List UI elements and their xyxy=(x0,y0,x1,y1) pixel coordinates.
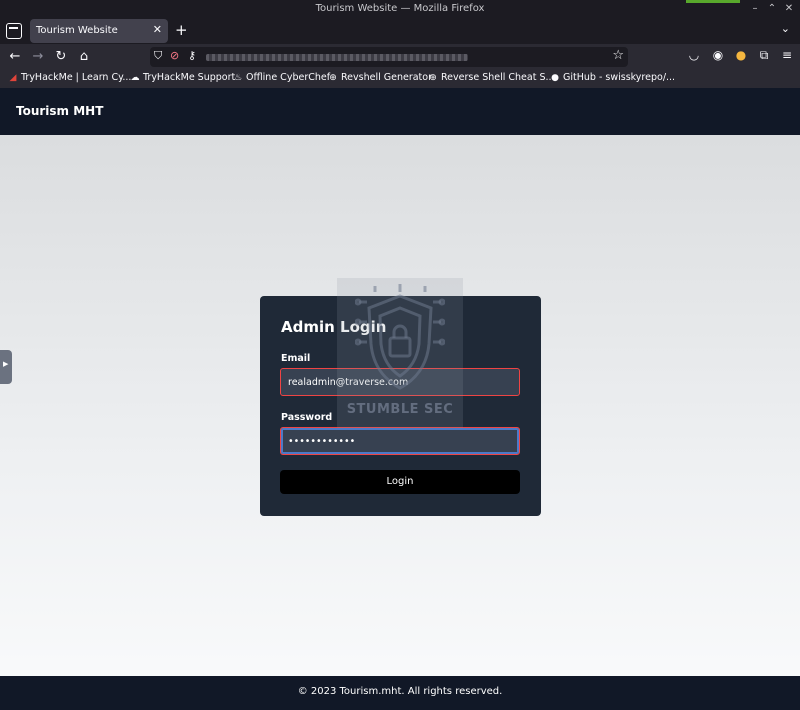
cloud-icon: ☁ xyxy=(130,73,140,83)
password-label: Password xyxy=(281,412,333,423)
bookmark-star-icon[interactable]: ☆ xyxy=(612,48,624,63)
home-icon[interactable]: ⌂ xyxy=(75,48,93,66)
bookmarks-toolbar: ◢ TryHackMe | Learn Cy... ☁ TryHackMe Supp… xyxy=(0,70,800,88)
tab-list-icon[interactable] xyxy=(6,23,22,39)
site-footer: © 2023 Tourism.mht. All rights reserved. xyxy=(0,676,800,710)
tab-strip: Tourism Website ✕ + ⌄ xyxy=(0,18,800,44)
password-field[interactable] xyxy=(280,427,520,455)
chevron-down-icon[interactable]: ⌄ xyxy=(781,22,790,35)
key-icon[interactable]: ⚷ xyxy=(188,49,196,62)
tab-title: Tourism Website xyxy=(36,25,118,36)
tab-close-icon[interactable]: ✕ xyxy=(153,23,162,36)
bookmark-item[interactable]: ♨ Offline CyberChef xyxy=(233,72,330,83)
bookmark-item[interactable]: ⊕ Revshell Generator xyxy=(328,72,432,83)
extensions-icon[interactable]: ⧉ xyxy=(756,48,772,63)
thm-icon: ◢ xyxy=(9,73,17,83)
tab-tourism[interactable]: Tourism Website ✕ xyxy=(30,19,168,43)
shield-icon[interactable]: ⛉ xyxy=(154,49,162,63)
navigation-toolbar: ← → ↻ ⌂ ⛉ ⊘ ⚷ ☆ ◡ ◉ ● ⧉ ≡ xyxy=(0,44,800,70)
pocket-icon[interactable]: ◡ xyxy=(686,48,702,62)
bookmark-item[interactable]: ● GitHub - swisskyrepo/... xyxy=(550,72,675,83)
close-window-icon[interactable]: ✕ xyxy=(782,2,796,16)
login-button[interactable]: Login xyxy=(280,470,520,494)
minimize-icon[interactable]: – xyxy=(748,2,762,16)
url-bar[interactable]: ⛉ ⊘ ⚷ ☆ xyxy=(150,47,628,67)
maximize-icon[interactable]: ⌃ xyxy=(765,2,779,16)
window-title: Tourism Website — Mozilla Firefox xyxy=(315,3,485,14)
lock-warning-icon[interactable]: ⊘ xyxy=(170,49,179,62)
bookmark-item[interactable]: ☁ TryHackMe Support xyxy=(130,72,236,83)
menu-icon[interactable]: ≡ xyxy=(779,48,795,62)
bookmark-item[interactable]: ⊕ Reverse Shell Cheat S... xyxy=(428,72,554,83)
login-title: Admin Login xyxy=(281,318,387,336)
site-header: Tourism MHT xyxy=(0,88,800,135)
new-tab-icon[interactable]: + xyxy=(175,21,188,39)
email-field[interactable] xyxy=(280,368,520,396)
url-text-redacted xyxy=(206,54,468,61)
email-label: Email xyxy=(281,353,311,364)
reload-icon[interactable]: ↻ xyxy=(52,48,70,66)
bookmark-item[interactable]: ◢ TryHackMe | Learn Cy... xyxy=(8,72,132,83)
window-titlebar: Tourism Website — Mozilla Firefox – ⌃ ✕ xyxy=(0,0,800,18)
login-card: Admin Login Email Password Login xyxy=(260,296,541,516)
site-brand[interactable]: Tourism MHT xyxy=(16,104,103,118)
footer-copyright: © 2023 Tourism.mht. All rights reserved. xyxy=(297,686,503,697)
back-icon[interactable]: ← xyxy=(6,48,24,66)
account-icon[interactable]: ◉ xyxy=(710,48,726,62)
page-viewport: Tourism MHT ▶ Admin Login Email Password… xyxy=(0,88,800,710)
github-icon: ● xyxy=(551,73,559,83)
globe-icon: ⊕ xyxy=(329,73,337,83)
globe-icon: ⊕ xyxy=(429,73,437,83)
chevron-right-icon: ▶ xyxy=(3,360,9,368)
extension-cookie-icon[interactable]: ● xyxy=(733,48,749,62)
forward-icon[interactable]: → xyxy=(29,48,47,66)
sidebar-toggle-handle[interactable]: ▶ xyxy=(0,350,12,384)
chef-icon: ♨ xyxy=(233,73,243,83)
